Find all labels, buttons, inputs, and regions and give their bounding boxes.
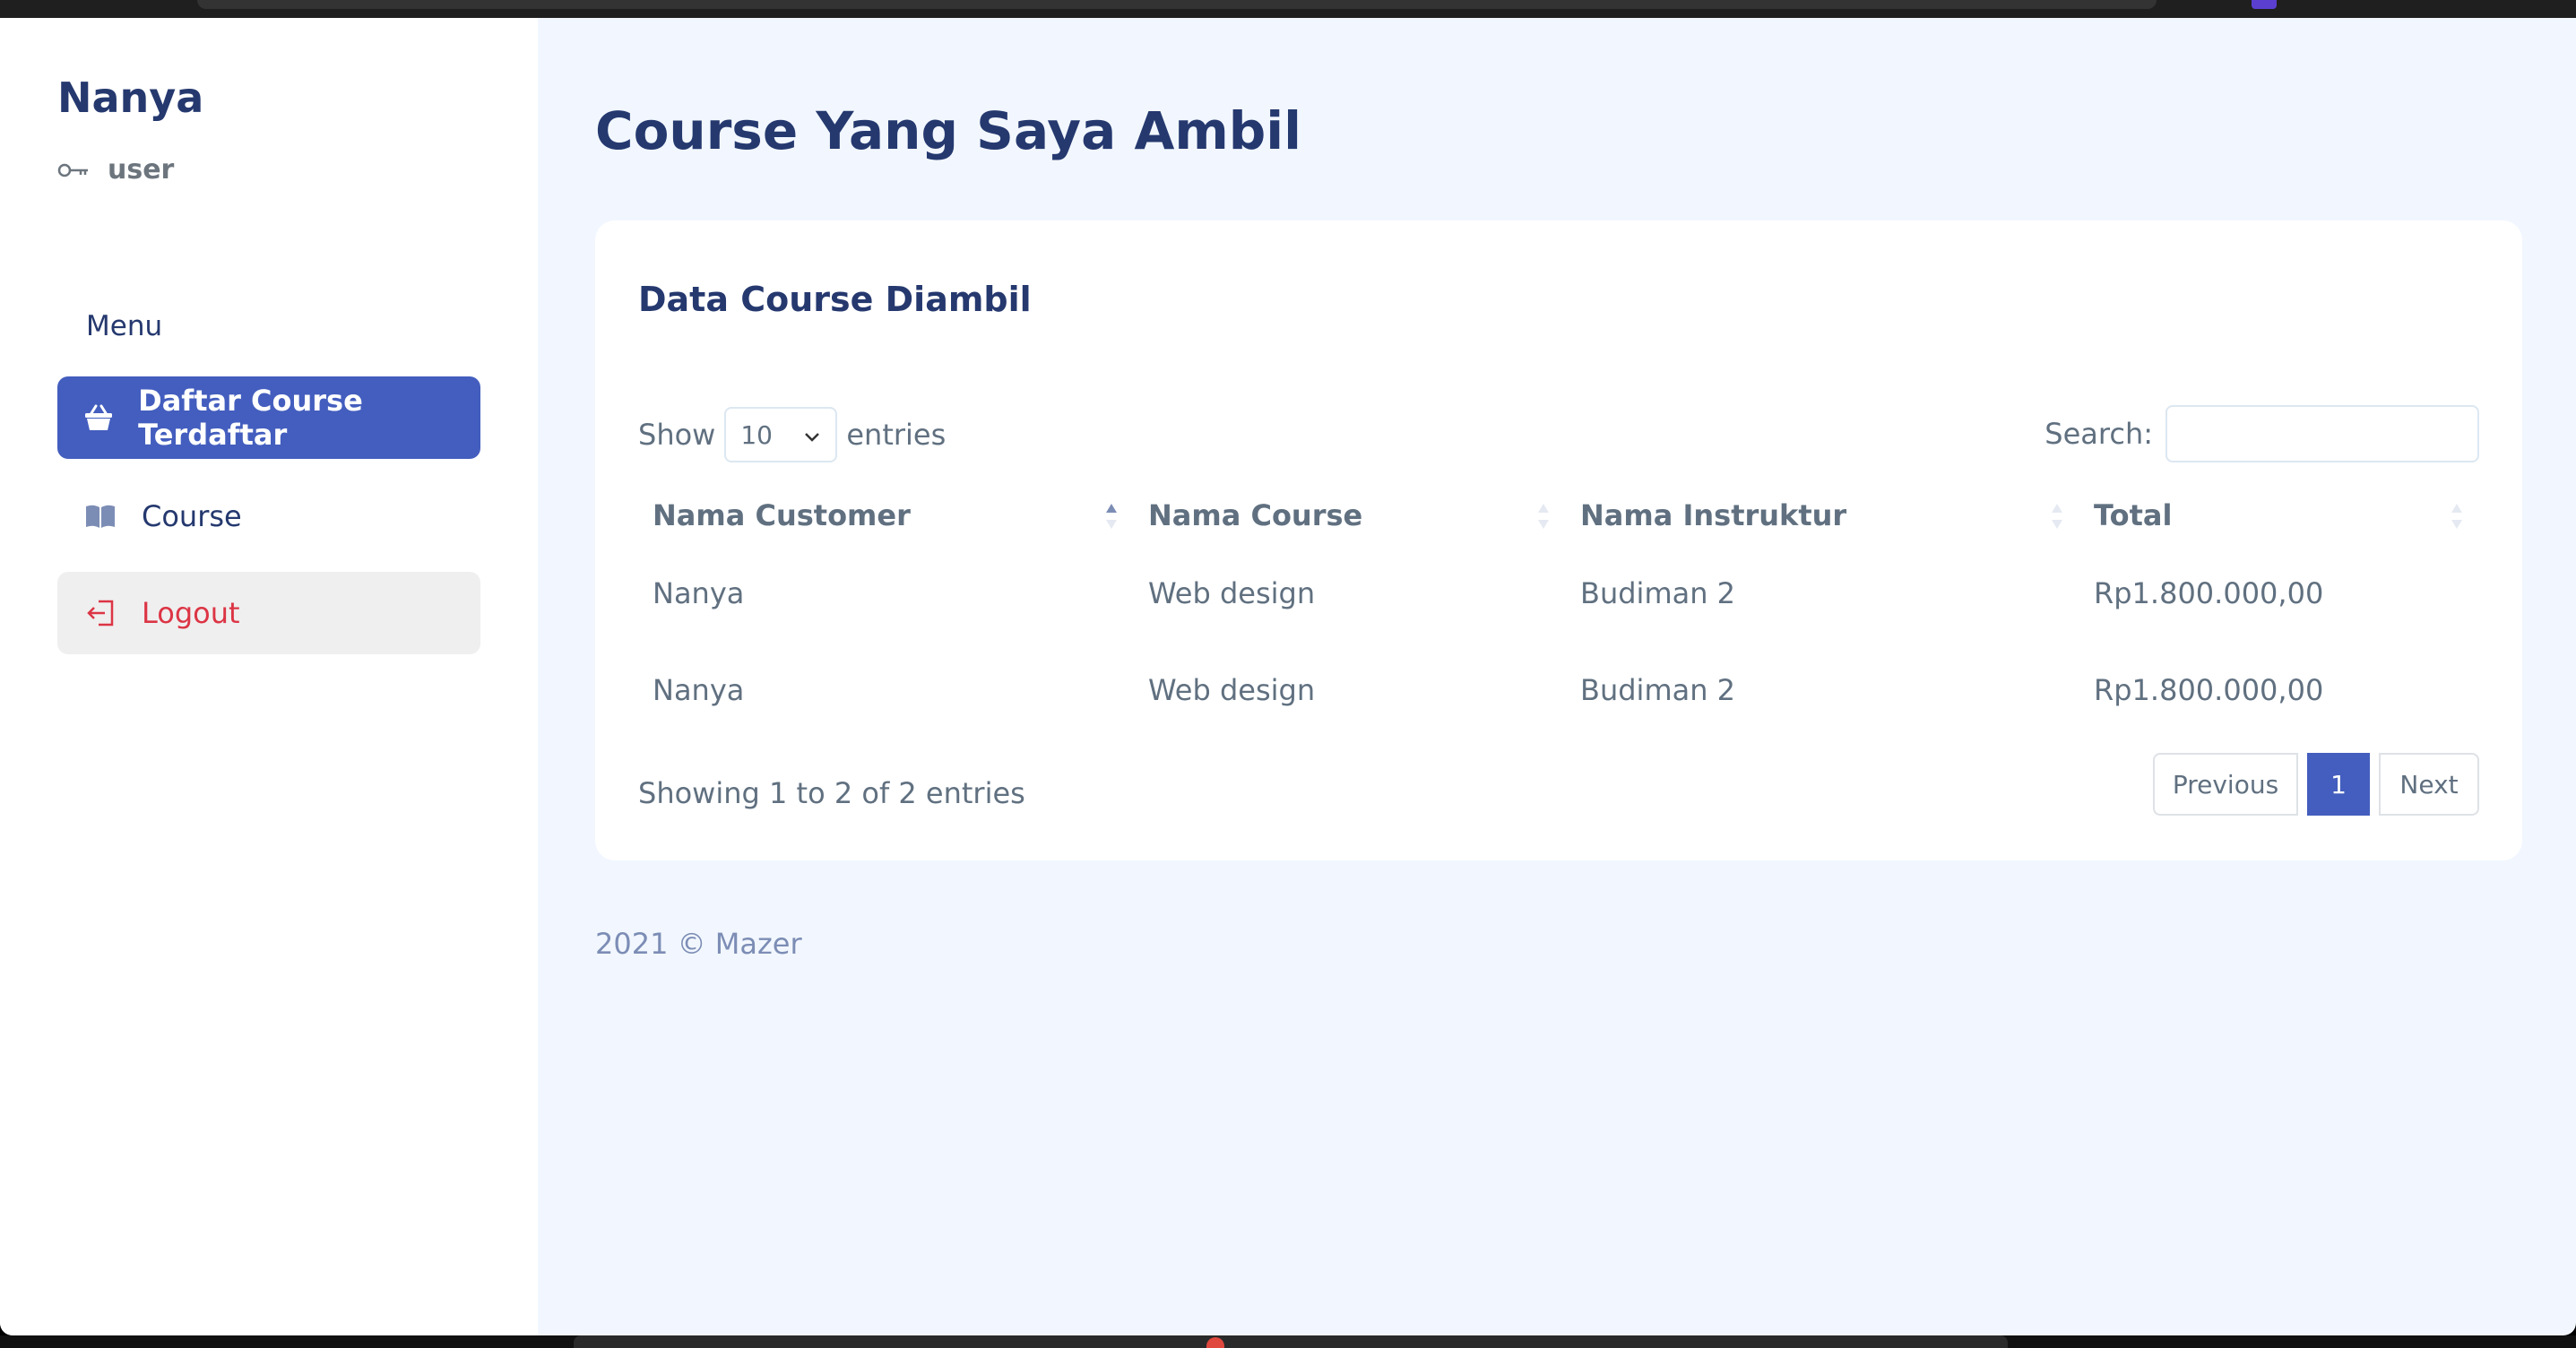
- cell-nama-instruktur: Budiman 2: [1580, 576, 1736, 610]
- cell-nama-instruktur: Budiman 2: [1580, 673, 1736, 707]
- key-icon: [57, 161, 90, 179]
- courses-table: Nama Customer Nama Course Nama Instruktu…: [638, 486, 2479, 739]
- cell-nama-course: Web design: [1148, 576, 1316, 610]
- table-row: Nanya Web design Budiman 2 Rp1.800.000,0…: [638, 545, 2479, 642]
- user-role: user: [57, 154, 174, 186]
- menu-title: Menu: [86, 310, 163, 342]
- page-title: Course Yang Saya Ambil: [595, 100, 1302, 161]
- cell-total: Rp1.800.000,00: [2094, 673, 2324, 707]
- cell-nama-course: Web design: [1148, 673, 1316, 707]
- table-header-row: Nama Customer Nama Course Nama Instruktu…: [638, 486, 2479, 545]
- sidebar-item-label: Daftar Course Terdaftar: [138, 384, 363, 452]
- logout-icon: [84, 597, 117, 629]
- notification-badge: [2252, 0, 2277, 9]
- column-header-nama-instruktur[interactable]: Nama Instruktur: [1566, 486, 2079, 545]
- sort-icon: [2052, 504, 2062, 529]
- sort-icon: [2451, 504, 2462, 529]
- sidebar-item-label: Logout: [142, 596, 240, 630]
- brand-name[interactable]: Nanya: [57, 73, 203, 122]
- table-search: Search:: [2044, 405, 2479, 462]
- entries-length-control: Show 10 entries: [638, 407, 946, 462]
- cell-nama-customer: Nanya: [653, 673, 745, 707]
- sidebar-item-logout[interactable]: Logout: [57, 572, 480, 654]
- basket-icon: [84, 402, 113, 434]
- app-window: Nanya user Menu Daftar Course Terdaftar …: [0, 18, 2576, 1335]
- footer-copyright: 2021 © Mazer: [595, 927, 802, 961]
- page-1-button[interactable]: 1: [2307, 753, 2370, 816]
- entries-select[interactable]: 10: [724, 407, 838, 462]
- os-top-bar: [0, 0, 2576, 18]
- length-suffix: entries: [846, 418, 947, 452]
- sidebar: Nanya user Menu Daftar Course Terdaftar …: [0, 18, 538, 1335]
- cell-nama-customer: Nanya: [653, 576, 745, 610]
- entries-select-value: 10: [740, 419, 773, 450]
- os-bottom-bar: [0, 1335, 2576, 1348]
- chevron-down-icon: [803, 420, 821, 450]
- sort-ascending-icon: [1106, 504, 1117, 529]
- length-prefix: Show: [638, 418, 716, 452]
- sort-icon: [1538, 504, 1549, 529]
- data-card: Data Course Diambil Show 10 entries Sear…: [595, 220, 2522, 860]
- search-input[interactable]: [2165, 405, 2479, 462]
- previous-page-button[interactable]: Previous: [2153, 753, 2298, 816]
- table-row: Nanya Web design Budiman 2 Rp1.800.000,0…: [638, 642, 2479, 739]
- column-header-nama-customer[interactable]: Nama Customer: [638, 486, 1134, 545]
- column-header-total[interactable]: Total: [2079, 486, 2479, 545]
- sidebar-item-daftar-course-terdaftar[interactable]: Daftar Course Terdaftar: [57, 376, 480, 459]
- sidebar-item-label: Course: [142, 499, 242, 533]
- search-label: Search:: [2044, 417, 2153, 451]
- column-header-nama-course[interactable]: Nama Course: [1134, 486, 1566, 545]
- dock: [574, 1335, 2008, 1348]
- pagination: Previous 1 Next: [2153, 753, 2479, 816]
- next-page-button[interactable]: Next: [2379, 753, 2479, 816]
- table-info: Showing 1 to 2 of 2 entries: [638, 776, 1025, 810]
- cell-total: Rp1.800.000,00: [2094, 576, 2324, 610]
- browser-bar: [197, 0, 2157, 9]
- book-icon: [84, 500, 117, 532]
- role-label: user: [108, 154, 175, 186]
- sidebar-item-course[interactable]: Course: [57, 475, 480, 557]
- card-title: Data Course Diambil: [638, 280, 1032, 319]
